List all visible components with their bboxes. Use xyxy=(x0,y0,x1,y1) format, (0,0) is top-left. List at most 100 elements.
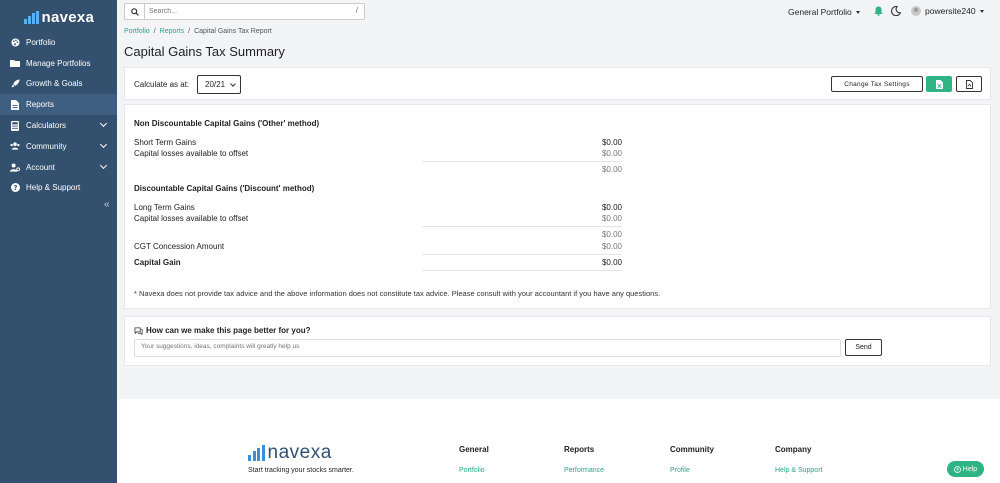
search-shortcut-hint: / xyxy=(355,6,358,15)
sidebar-item-label: Portfolio xyxy=(26,37,56,47)
send-feedback-button[interactable]: Send xyxy=(845,339,882,356)
collapse-sidebar-icon[interactable]: « xyxy=(104,199,110,210)
footer-link-profile[interactable]: Profile xyxy=(670,467,714,474)
breadcrumb-portfolio[interactable]: Portfolio xyxy=(124,28,150,35)
logo-bars-icon xyxy=(248,445,265,461)
feedback-textarea[interactable] xyxy=(135,340,840,356)
caret-down-icon xyxy=(855,10,860,14)
chevron-down-icon xyxy=(99,120,108,128)
sidebar-item-growth-goals[interactable]: Growth & Goals xyxy=(0,74,117,95)
footer-link-portfolio[interactable]: Portfolio xyxy=(459,467,489,474)
sidebar-item-account[interactable]: Account xyxy=(0,157,117,178)
sidebar-item-portfolio[interactable]: Portfolio xyxy=(0,32,117,53)
capital-gain-value: $0.00 xyxy=(601,258,622,267)
portfolio-dropdown[interactable]: General Portfolio xyxy=(788,7,860,17)
search-box: / xyxy=(124,3,365,20)
footer-col-general: General Portfolio xyxy=(459,445,489,474)
financial-year-select[interactable]: 20/21 xyxy=(197,75,241,94)
calculator-icon xyxy=(10,120,20,131)
feedback-title-text: How can we make this page better for you… xyxy=(146,326,311,335)
footer-brand: navexa xyxy=(267,442,332,463)
cgt-concession-value: $0.00 xyxy=(601,242,622,251)
report-icon xyxy=(10,99,20,110)
navexa-logo[interactable]: navexa xyxy=(24,8,94,26)
footer-col-heading: Reports xyxy=(564,445,595,454)
discount-subtotal: $0.00 xyxy=(601,230,622,239)
export-pdf-button[interactable] xyxy=(956,76,982,92)
sidebar-item-label: Reports xyxy=(26,100,55,110)
footer-link-performance[interactable]: Performance xyxy=(564,467,604,474)
controls-panel: Calculate as at: 20/21 Change Tax Settin… xyxy=(124,67,991,100)
search-input[interactable] xyxy=(149,8,339,15)
users-icon xyxy=(10,141,20,151)
portfolio-name: General Portfolio xyxy=(788,7,852,17)
pdf-file-icon xyxy=(965,79,973,89)
user-menu[interactable]: powersite240 xyxy=(911,6,984,16)
logo-text: navexa xyxy=(41,8,95,26)
breadcrumb-reports[interactable]: Reports xyxy=(160,28,185,35)
discount-heading: Discountable Capital Gains ('Discount' m… xyxy=(134,184,315,193)
footer: navexa Start tracking your stocks smarte… xyxy=(117,399,1000,483)
breadcrumb-current: Capital Gains Tax Report xyxy=(194,28,272,35)
page-title: Capital Gains Tax Summary xyxy=(124,44,285,59)
user-cog-icon xyxy=(10,162,20,172)
help-widget-button[interactable]: ? Help xyxy=(947,461,984,477)
non-discount-losses-value: $0.00 xyxy=(601,149,622,158)
footer-col-heading: Community xyxy=(670,445,714,454)
discount-losses-label: Capital losses available to offset xyxy=(134,214,249,223)
rocket-icon xyxy=(10,79,20,89)
chevron-down-icon xyxy=(99,161,108,169)
financial-year-value: 20/21 xyxy=(205,80,226,89)
long-term-gains-value: $0.00 xyxy=(601,203,622,212)
change-tax-settings-button[interactable]: Change Tax Settings xyxy=(831,76,923,92)
divider xyxy=(422,254,622,255)
footer-logo[interactable]: navexa xyxy=(248,442,332,464)
chevron-down-icon xyxy=(99,140,108,149)
cgt-summary-panel: Non Discountable Capital Gains ('Other' … xyxy=(124,104,991,309)
non-discount-losses-label: Capital losses available to offset xyxy=(134,149,249,158)
discount-losses-value: $0.00 xyxy=(601,214,622,223)
sidebar-item-label: Help & Support xyxy=(26,183,81,193)
logo-bars-icon xyxy=(24,10,39,24)
username: powersite240 xyxy=(925,6,976,16)
footer-col-heading: Company xyxy=(775,445,812,454)
sidebar-item-label: Manage Portfolios xyxy=(26,58,91,68)
export-excel-button[interactable] xyxy=(926,76,952,92)
sidebar-item-help-support[interactable]: ? Help & Support xyxy=(0,178,117,199)
footer-col-reports: Reports Performance xyxy=(564,445,604,474)
breadcrumb: Portfolio / Reports / Capital Gains Tax Repo… xyxy=(124,28,272,35)
sidebar-item-calculators[interactable]: Calculators xyxy=(0,115,117,136)
help-label: Help xyxy=(962,465,978,473)
svg-text:?: ? xyxy=(956,467,959,473)
calculate-label: Calculate as at: xyxy=(134,80,190,89)
footer-col-community: Community Profile xyxy=(670,445,714,474)
capital-gain-label: Capital Gain xyxy=(134,258,181,267)
folder-icon xyxy=(10,58,20,68)
sidebar-item-community[interactable]: Community xyxy=(0,136,117,157)
search-icon[interactable] xyxy=(125,4,145,19)
topbar: / General Portfolio powersite240 xyxy=(117,0,1000,24)
caret-down-icon xyxy=(979,9,984,13)
divider xyxy=(422,226,622,227)
tax-disclaimer: * Navexa does not provide tax advice and… xyxy=(134,289,661,298)
divider xyxy=(422,161,622,162)
footer-link-help-support[interactable]: Help & Support xyxy=(775,467,822,474)
footer-col-company: Company Help & Support xyxy=(775,445,822,474)
sidebar-nav: Portfolio Manage Portfolios Growth & Goa… xyxy=(0,32,117,198)
sidebar-item-label: Community xyxy=(26,141,67,151)
bell-icon[interactable] xyxy=(874,6,883,18)
sidebar-item-reports[interactable]: Reports xyxy=(0,94,117,116)
feedback-field-wrapper xyxy=(134,339,841,357)
non-discount-subtotal: $0.00 xyxy=(601,165,622,174)
sidebar-item-label: Growth & Goals xyxy=(26,79,83,89)
footer-col-heading: General xyxy=(459,445,489,454)
sidebar-item-manage-portfolios[interactable]: Manage Portfolios xyxy=(0,53,117,74)
non-discount-heading: Non Discountable Capital Gains ('Other' … xyxy=(134,119,320,128)
divider xyxy=(422,270,622,271)
excel-file-icon xyxy=(935,79,943,89)
sidebar-item-label: Calculators xyxy=(26,121,67,131)
svg-text:?: ? xyxy=(13,184,17,192)
sidebar-item-label: Account xyxy=(26,162,55,172)
question-circle-icon: ? xyxy=(10,183,20,193)
moon-icon[interactable] xyxy=(891,6,902,18)
